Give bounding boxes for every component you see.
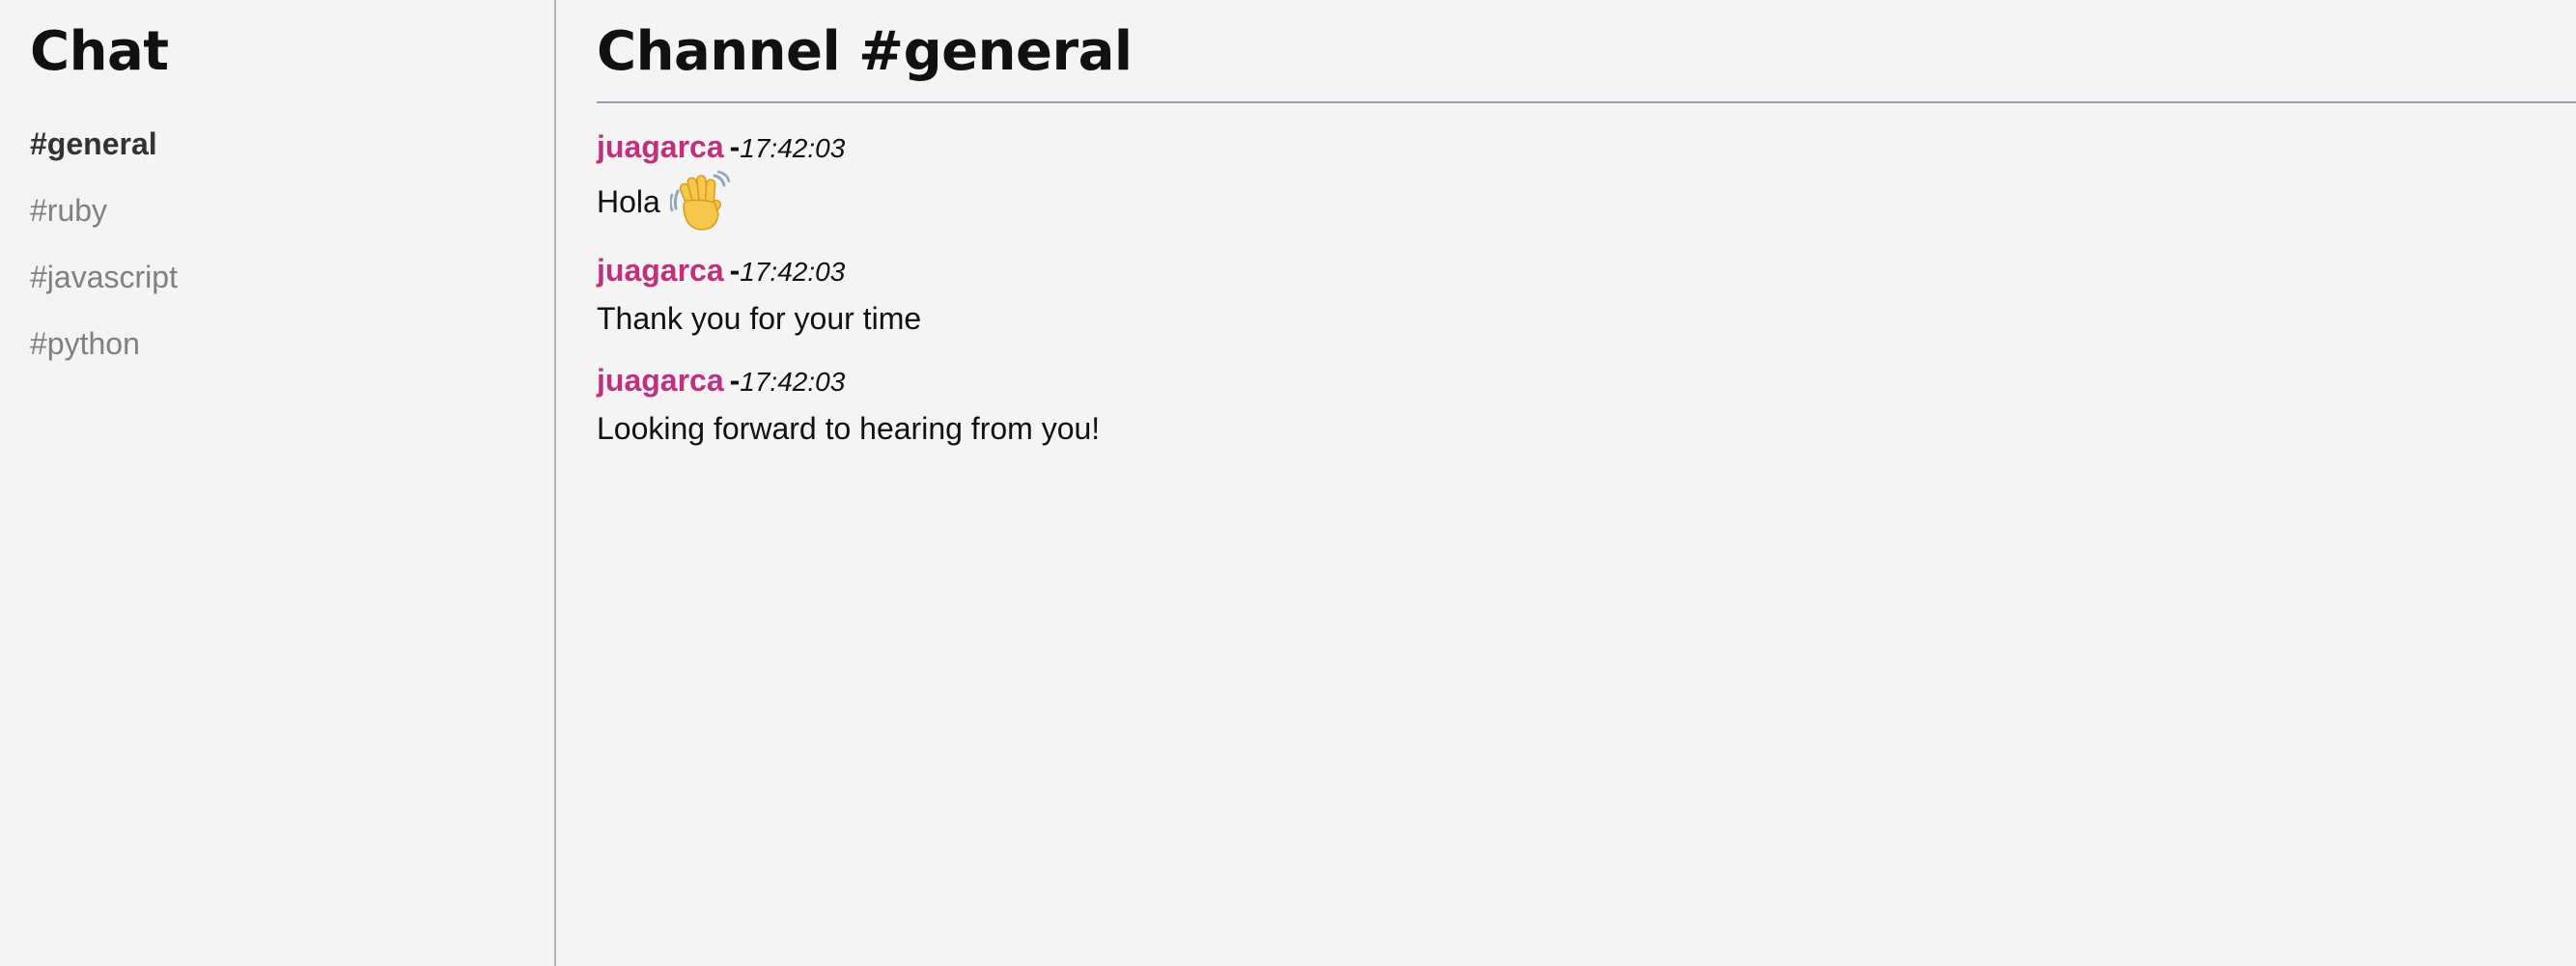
channel-title: Channel #general (597, 20, 1133, 83)
message-separator: - (729, 363, 741, 398)
message-author[interactable]: juagarca (597, 363, 724, 398)
message-item: juagarca -17:42:03 Thank you for your tim… (597, 247, 2576, 344)
message-item: juagarca -17:42:03 Looking forward to hea… (597, 357, 2576, 454)
channel-item-general[interactable]: #general (30, 119, 178, 185)
sidebar: Chat #general #ruby #javascript #python (0, 0, 556, 966)
message-author[interactable]: juagarca (597, 253, 724, 288)
app-title: Chat (30, 20, 169, 83)
message-separator: - (729, 253, 741, 288)
message-separator: - (729, 129, 741, 164)
message-text: Looking forward to hearing from you! (597, 411, 1101, 446)
channel-panel: Channel #general juagarca-17:42:03 Hola (556, 0, 2576, 966)
message-text: Thank you for your time (597, 301, 922, 336)
channel-item-ruby[interactable]: #ruby (30, 185, 178, 252)
message-timestamp: 17:42:03 (740, 257, 846, 287)
channel-list: #general #ruby #javascript #python (30, 119, 178, 385)
message-list: juagarca -17:42:03 Hola juagarca -17:42:… (597, 124, 2576, 454)
header-divider (597, 101, 2576, 103)
message-meta: juagarca -17:42:03 (597, 247, 2576, 293)
message-author[interactable]: juagarca (597, 129, 724, 164)
message-text-content: Hola (597, 184, 660, 219)
waving-hand-icon (669, 170, 731, 234)
channel-item-python[interactable]: #python (30, 318, 178, 385)
channel-item-javascript[interactable]: #javascript (30, 252, 178, 318)
message-text: Hola (597, 170, 2576, 234)
message-timestamp: 17:42:03 (740, 367, 846, 397)
message-meta: juagarca -17:42:03 (597, 124, 2576, 170)
chat-app: Chat #general #ruby #javascript #python … (0, 0, 2576, 966)
message-item: juagarca -17:42:03 Hola (597, 124, 2576, 234)
message-meta: juagarca -17:42:03 (597, 357, 2576, 403)
message-timestamp: 17:42:03 (740, 133, 846, 163)
